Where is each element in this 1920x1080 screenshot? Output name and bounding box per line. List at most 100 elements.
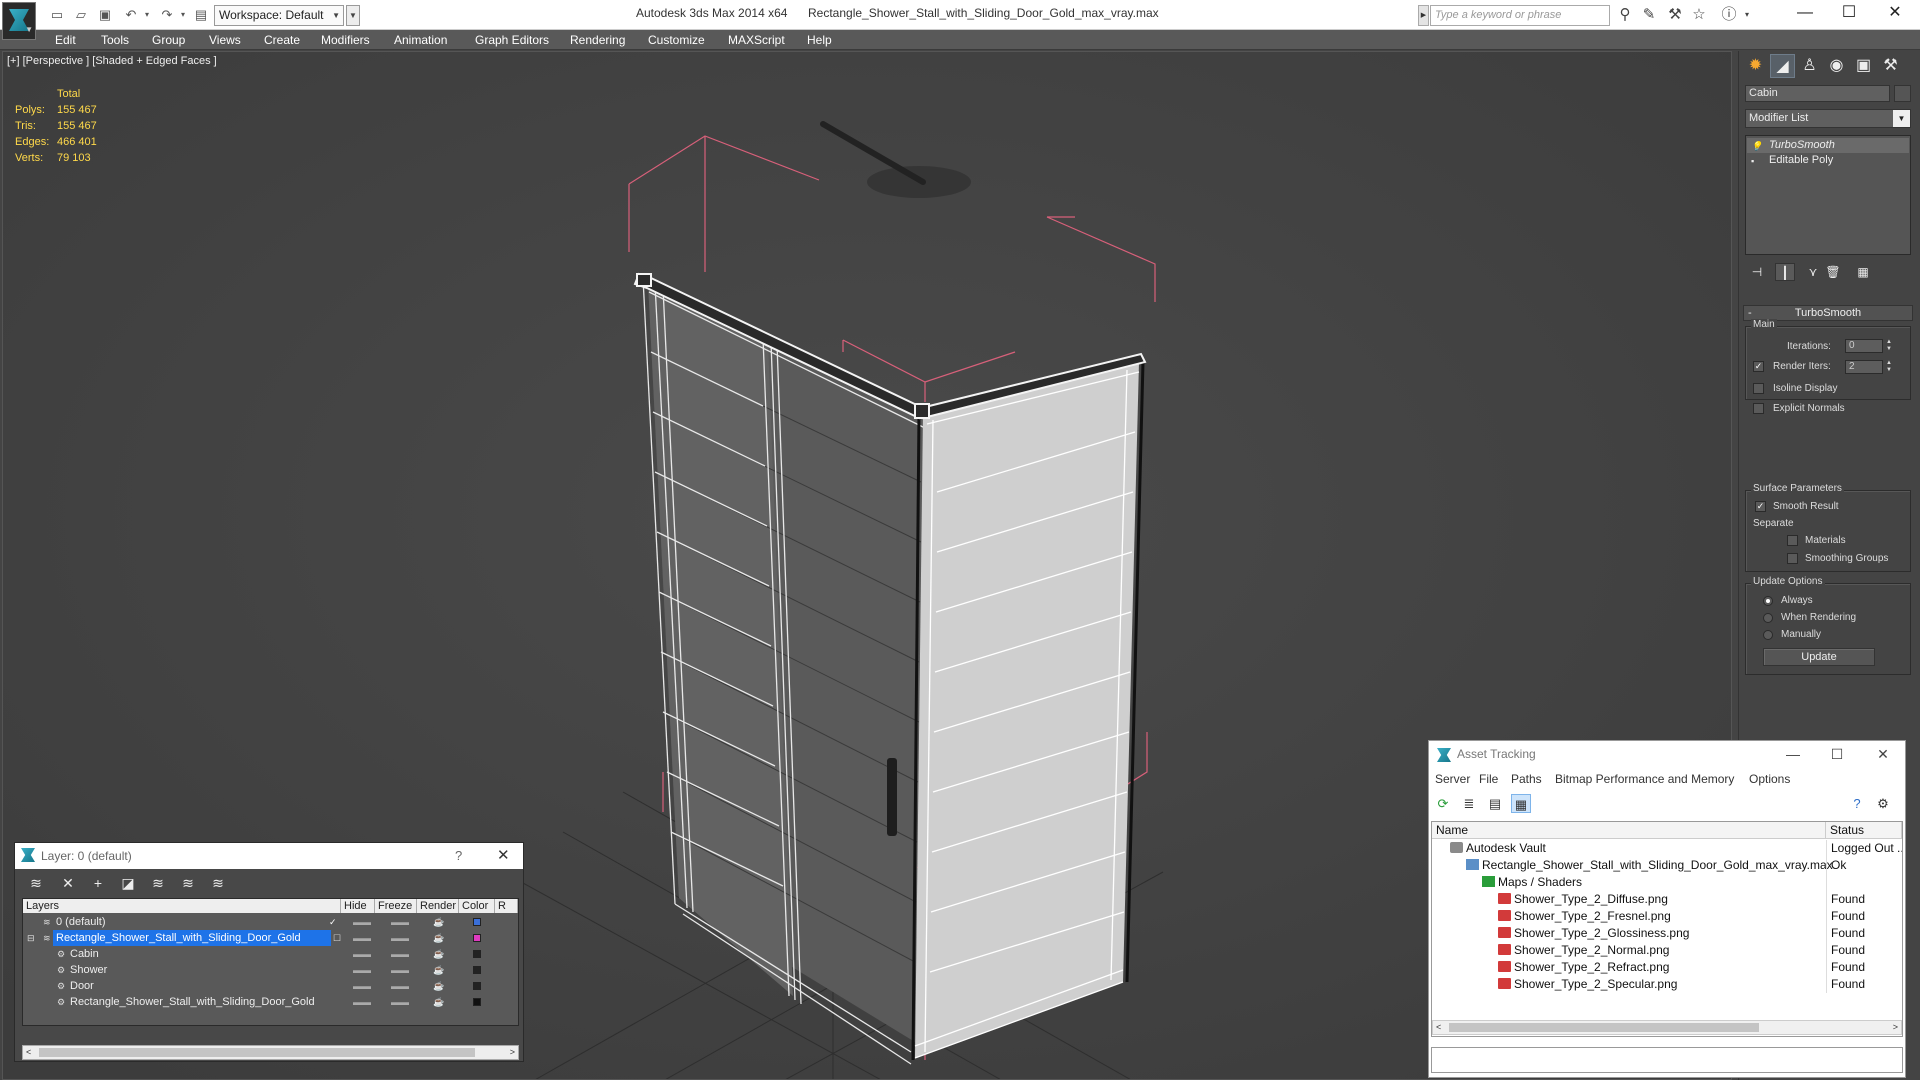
hide-toggle[interactable]: ▬▬ bbox=[353, 962, 371, 978]
col-hide[interactable]: Hide bbox=[341, 899, 375, 913]
render-teapot-icon[interactable]: ☕ bbox=[433, 914, 444, 930]
menu-edit[interactable]: Edit bbox=[55, 30, 76, 50]
asset-row[interactable]: Shower_Type_2_Refract.png Found bbox=[1432, 959, 1902, 976]
minimize-icon[interactable]: — bbox=[1782, 0, 1828, 26]
asset-row[interactable]: Shower_Type_2_Fresnel.png Found bbox=[1432, 908, 1902, 925]
workspace-dropdown[interactable]: Workspace: Default ▼ bbox=[214, 5, 344, 26]
menu-help[interactable]: Help bbox=[807, 30, 832, 50]
settings-icon[interactable]: ⚙ bbox=[1873, 794, 1893, 813]
render-teapot-icon[interactable]: ☕ bbox=[433, 994, 444, 1010]
freeze-toggle[interactable]: ▬▬ bbox=[391, 962, 409, 978]
help-icon[interactable]: ? bbox=[1847, 794, 1867, 813]
show-end-result-icon[interactable]: ┃ bbox=[1775, 263, 1795, 281]
asset-row[interactable]: Shower_Type_2_Diffuse.png Found bbox=[1432, 891, 1902, 908]
layer-manager-icon[interactable]: ≋ bbox=[25, 873, 47, 893]
scroll-right-icon[interactable]: > bbox=[510, 1046, 515, 1059]
lightbulb-icon[interactable]: 💡 bbox=[1751, 139, 1762, 154]
motion-tab-icon[interactable]: ◉ bbox=[1824, 54, 1849, 78]
smooth-result-checkbox[interactable]: ✓ bbox=[1755, 501, 1766, 512]
viewport-label[interactable]: [+] [Perspective ] [Shaded + Edged Faces… bbox=[7, 55, 217, 67]
workspace-options-button[interactable]: ▼ bbox=[346, 5, 360, 26]
hide-toggle[interactable]: ▬▬ bbox=[353, 994, 371, 1010]
set-current-box-icon[interactable]: ☐ bbox=[333, 930, 341, 946]
hide-toggle[interactable]: ▬▬ bbox=[353, 930, 371, 946]
hierarchy-tab-icon[interactable]: ♙ bbox=[1797, 54, 1822, 78]
list-view-icon[interactable]: ≣ bbox=[1459, 794, 1479, 813]
stack-item-editable-poly[interactable]: ▪ Editable Poly bbox=[1747, 153, 1909, 168]
collapse-icon[interactable]: ⊟ bbox=[27, 930, 35, 946]
layer-row[interactable]: ⚙ Cabin ▬▬ ▬▬ ☕ bbox=[23, 946, 518, 962]
explicit-normals-checkbox[interactable] bbox=[1753, 403, 1764, 414]
close-icon[interactable]: ✕ bbox=[497, 843, 510, 869]
maximize-icon[interactable]: ☐ bbox=[1815, 741, 1859, 767]
communication-center-icon[interactable]: ✎ bbox=[1638, 5, 1660, 25]
expand-plus-icon[interactable]: ▪ bbox=[1751, 154, 1754, 169]
render-iters-checkbox[interactable]: ✓ bbox=[1753, 361, 1764, 372]
hide-all-icon[interactable]: ≋ bbox=[177, 873, 199, 893]
freeze-all-icon[interactable]: ≋ bbox=[207, 873, 229, 893]
spinner-arrows-icon[interactable]: ▲ ▼ bbox=[1885, 339, 1893, 353]
menu-group[interactable]: Group bbox=[152, 30, 185, 50]
close-icon[interactable]: ✕ bbox=[1872, 0, 1918, 26]
asset-menu-bitmap-performance[interactable]: Bitmap Performance and Memory bbox=[1555, 769, 1734, 789]
asset-horizontal-scrollbar[interactable]: < > bbox=[1432, 1020, 1902, 1035]
scrollbar-thumb[interactable] bbox=[39, 1048, 475, 1057]
open-file-icon[interactable]: ▱ bbox=[72, 6, 90, 24]
close-icon[interactable]: ✕ bbox=[1861, 741, 1905, 767]
modifier-list-dropdown[interactable]: Modifier List ▼ bbox=[1745, 109, 1911, 128]
exchange-icon[interactable]: ⚒ bbox=[1664, 5, 1686, 25]
delete-layer-icon[interactable]: ✕ bbox=[57, 873, 79, 893]
freeze-toggle[interactable]: ▬▬ bbox=[391, 994, 409, 1010]
col-layers[interactable]: Layers bbox=[23, 899, 341, 913]
help-icon[interactable]: ? bbox=[455, 843, 462, 869]
layer-row[interactable]: ⚙ Shower ▬▬ ▬▬ ☕ bbox=[23, 962, 518, 978]
freeze-toggle[interactable]: ▬▬ bbox=[391, 930, 409, 946]
add-layer-icon[interactable]: + bbox=[87, 873, 109, 893]
col-name[interactable]: Name bbox=[1432, 822, 1826, 839]
col-render[interactable]: Render bbox=[417, 899, 459, 913]
layer-row[interactable]: ⊟ ≋ Rectangle_Shower_Stall_with_Sliding_… bbox=[23, 930, 518, 946]
render-teapot-icon[interactable]: ☕ bbox=[433, 978, 444, 994]
menu-create[interactable]: Create bbox=[264, 30, 300, 50]
layer-row[interactable]: ⚙ Rectangle_Shower_Stall_with_Sliding_Do… bbox=[23, 994, 518, 1010]
pin-stack-icon[interactable]: ⊣ bbox=[1747, 263, 1767, 281]
asset-row[interactable]: Maps / Shaders bbox=[1432, 874, 1902, 891]
menu-tools[interactable]: Tools bbox=[101, 30, 129, 50]
manually-radio[interactable] bbox=[1763, 630, 1773, 640]
asset-row[interactable]: Autodesk Vault Logged Out ... bbox=[1432, 840, 1902, 857]
render-teapot-icon[interactable]: ☕ bbox=[433, 946, 444, 962]
object-name-field[interactable]: Cabin bbox=[1745, 85, 1890, 102]
render-teapot-icon[interactable]: ☕ bbox=[433, 930, 444, 946]
app-logo-menu[interactable]: ▼ bbox=[2, 2, 36, 40]
smoothing-groups-checkbox[interactable] bbox=[1787, 553, 1798, 564]
new-file-icon[interactable]: ▭ bbox=[48, 6, 66, 24]
asset-row[interactable]: Shower_Type_2_Specular.png Found bbox=[1432, 976, 1902, 993]
scrollbar-thumb[interactable] bbox=[1449, 1023, 1759, 1032]
select-objects-icon[interactable]: ◪ bbox=[117, 873, 139, 893]
freeze-toggle[interactable]: ▬▬ bbox=[391, 946, 409, 962]
asset-menu-paths[interactable]: Paths bbox=[1511, 769, 1542, 789]
update-button[interactable]: Update bbox=[1763, 648, 1875, 666]
modify-tab-icon[interactable]: ◢ bbox=[1770, 54, 1795, 78]
asset-row[interactable]: Shower_Type_2_Glossiness.png Found bbox=[1432, 925, 1902, 942]
layer-horizontal-scrollbar[interactable]: < > bbox=[22, 1045, 519, 1060]
search-input[interactable]: Type a keyword or phrase bbox=[1430, 5, 1610, 26]
asset-row[interactable]: Shower_Type_2_Normal.png Found bbox=[1432, 942, 1902, 959]
col-r[interactable]: R bbox=[495, 899, 518, 913]
menu-views[interactable]: Views bbox=[209, 30, 241, 50]
detail-view-icon[interactable]: ▤ bbox=[1485, 794, 1505, 813]
maximize-icon[interactable]: ☐ bbox=[1826, 0, 1872, 26]
layer-color-swatch[interactable] bbox=[473, 918, 481, 926]
asset-menu-options[interactable]: Options bbox=[1749, 769, 1790, 789]
menu-customize[interactable]: Customize bbox=[648, 30, 705, 50]
freeze-toggle[interactable]: ▬▬ bbox=[391, 914, 409, 930]
menu-animation[interactable]: Animation bbox=[394, 30, 447, 50]
redo-dropdown-icon[interactable]: ▾ bbox=[174, 6, 192, 24]
menu-graph-editors[interactable]: Graph Editors bbox=[475, 30, 549, 50]
object-color-swatch[interactable] bbox=[1894, 85, 1911, 102]
favorites-star-icon[interactable]: ☆ bbox=[1688, 5, 1710, 25]
create-tab-icon[interactable]: ✹ bbox=[1743, 54, 1768, 78]
help-dropdown-icon[interactable]: ▾ bbox=[1736, 5, 1758, 25]
display-tab-icon[interactable]: ▣ bbox=[1851, 54, 1876, 78]
layer-color-swatch[interactable] bbox=[473, 982, 481, 990]
